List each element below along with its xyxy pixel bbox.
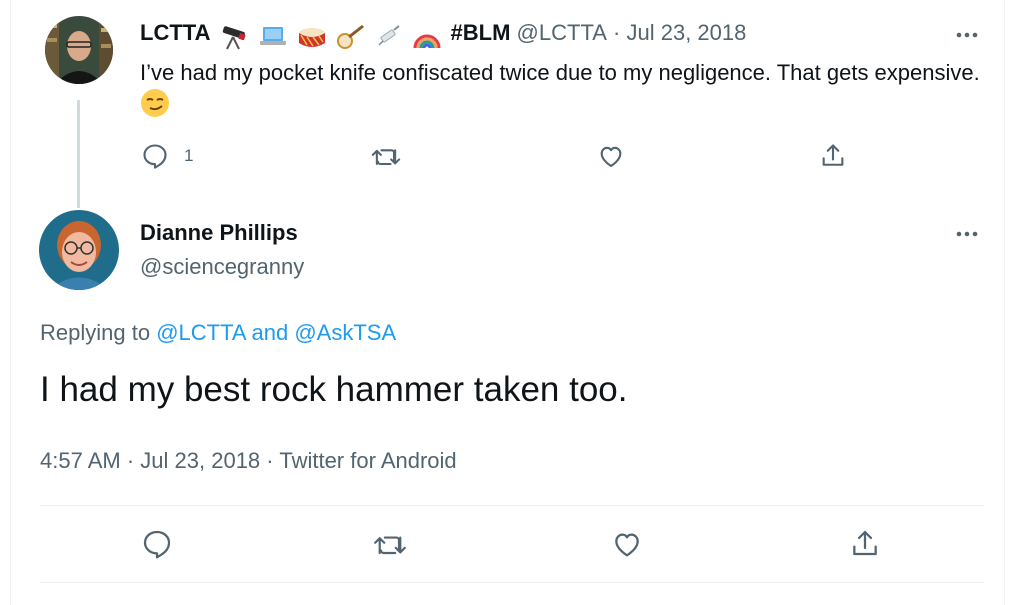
frame-border-right <box>1004 0 1005 605</box>
tweet2-replying-to: Replying to @LCTTA and @AskTSA <box>40 320 396 346</box>
tweet2-text: I had my best rock hammer taken too. <box>40 370 628 409</box>
avatar-lctta-image <box>45 16 113 84</box>
tweet2-time[interactable]: 4:57 AM <box>40 448 121 473</box>
replying-user-lctta[interactable]: @LCTTA <box>156 320 245 345</box>
tweet2-handle[interactable]: @sciencegranny <box>140 254 304 280</box>
tweet1-retweet-button[interactable] <box>370 142 402 170</box>
tweet1-handle[interactable]: @LCTTA <box>517 20 607 45</box>
share-icon <box>853 530 877 556</box>
tweet1-reply-count: 1 <box>184 146 194 165</box>
like-icon <box>615 533 639 557</box>
avatar-sciencegranny[interactable] <box>39 210 119 290</box>
replying-user-asktsa[interactable]: @AskTSA <box>294 320 396 345</box>
smirking-face-emoji <box>141 89 169 117</box>
replying-and[interactable]: and <box>252 320 289 345</box>
frame-border-left <box>10 0 11 605</box>
tweet2-retweet-button[interactable] <box>372 528 408 560</box>
tweet1-author-line: LCTTA #BLM @LCTTA · Jul 23, 2018 <box>140 20 746 50</box>
tweet2-more-button[interactable] <box>955 227 979 239</box>
drum-emoji <box>299 28 326 48</box>
tweet1-name-hashtag: #BLM <box>450 20 511 45</box>
tweet1-date[interactable]: Jul 23, 2018 <box>627 20 747 45</box>
thread-connector-line <box>77 100 80 208</box>
more-icon <box>956 32 978 38</box>
tweet1-separator: · <box>613 20 621 45</box>
replying-prefix: Replying to <box>40 320 151 345</box>
tweet1-more-button[interactable] <box>955 28 979 40</box>
syringe-emoji <box>378 25 400 46</box>
tweet1-name-emojis <box>220 23 445 50</box>
tweet2-date[interactable]: Jul 23, 2018 <box>140 448 260 473</box>
tweet1-text: I’ve had my pocket knife confiscated twi… <box>140 57 985 120</box>
tweet2-meta: 4:57 AM · Jul 23, 2018 · Twitter for And… <box>40 448 457 474</box>
tweet2-like-button[interactable] <box>610 528 644 560</box>
share-icon <box>822 144 844 166</box>
tweet1-share-button[interactable] <box>818 142 848 170</box>
tweet1-display-name[interactable]: LCTTA <box>140 20 210 45</box>
banjo-emoji <box>337 25 365 50</box>
avatar-lctta[interactable] <box>45 16 113 84</box>
tweet2-separator-1: · <box>126 448 135 473</box>
rainbow-emoji <box>413 34 441 49</box>
tweet1-text-content: I’ve had my pocket knife confiscated twi… <box>140 60 980 85</box>
tweet1-reply-button[interactable]: 1 <box>140 142 193 170</box>
avatar-sciencegranny-image <box>39 210 119 290</box>
tweet2-reply-button[interactable] <box>140 528 174 560</box>
laptop-emoji <box>259 27 286 46</box>
tweet2-source[interactable]: Twitter for Android <box>279 448 456 473</box>
retweet-icon <box>371 149 401 166</box>
tweet1-like-button[interactable] <box>596 142 626 170</box>
reply-icon <box>143 144 167 169</box>
reply-icon <box>143 530 171 559</box>
more-icon <box>956 231 978 237</box>
divider-top <box>40 505 984 506</box>
telescope-emoji <box>222 26 246 50</box>
tweet2-display-name[interactable]: Dianne Phillips <box>140 220 298 246</box>
tweet2-share-button[interactable] <box>848 528 882 560</box>
divider-bottom <box>40 582 984 583</box>
retweet-icon <box>374 536 406 555</box>
tweet2-separator-2: · <box>266 448 274 473</box>
like-icon <box>600 146 622 167</box>
